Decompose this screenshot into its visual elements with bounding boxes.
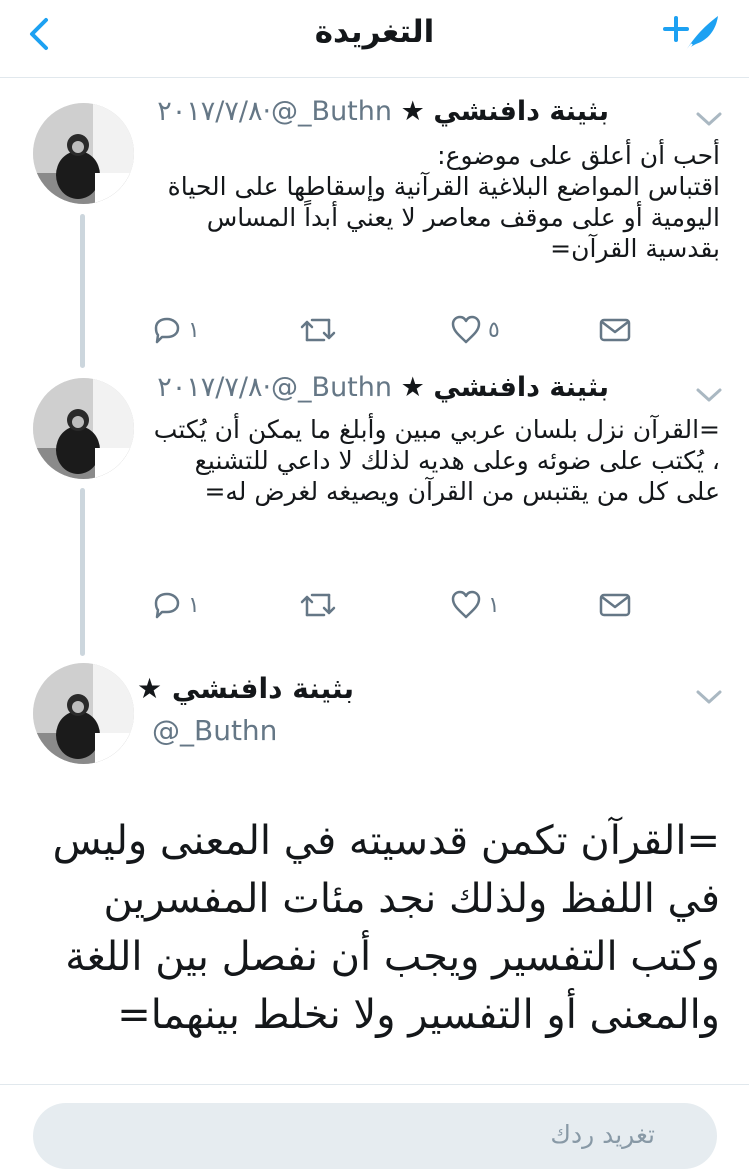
display-name[interactable]: بثينة دافنشي (433, 96, 609, 127)
focused-display-name[interactable]: بثينة دافنشي ★ (137, 672, 354, 705)
like-button[interactable]: ٥ (450, 310, 500, 350)
separator: · (262, 372, 272, 403)
chevron-down-icon (696, 112, 722, 126)
compose-tweet-button[interactable] (662, 10, 722, 60)
retweet-icon (300, 318, 336, 342)
reply-icon (154, 592, 180, 619)
user-handle[interactable]: @_Buthn (152, 714, 277, 747)
user-handle[interactable]: @_Buthn (271, 372, 392, 403)
avatar[interactable] (33, 663, 134, 764)
display-name[interactable]: بثينة دافنشي (433, 372, 609, 403)
tweet-date[interactable]: ٢٠١٧/٧/٨ (157, 372, 262, 403)
thread-connector (80, 488, 85, 656)
like-count: ١ (488, 592, 500, 618)
tweet-text: أحب أن أعلق على موضوع: اقتباس المواضع ال… (167, 141, 720, 263)
page-title: التغريدة (314, 14, 435, 50)
avatar[interactable] (33, 103, 134, 204)
retweet-icon (300, 593, 336, 617)
heart-icon (451, 590, 481, 619)
profile-photo (33, 663, 134, 764)
chevron-down-icon (696, 690, 722, 704)
avatar[interactable] (33, 378, 134, 479)
tweet-actions: ١ ٥ (150, 310, 640, 350)
tweet-header: بثينة دافنشي ★ @_Buthn·٢٠١٧/٧/٨ (157, 372, 609, 403)
chevron-down-icon (696, 388, 722, 402)
profile-photo (33, 378, 134, 479)
top-bar: التغريدة (0, 0, 749, 78)
star-icon: ★ (400, 372, 425, 403)
reply-icon (154, 317, 180, 344)
reply-input[interactable]: تغريد ردك (33, 1103, 717, 1169)
envelope-icon (599, 318, 631, 342)
share-button[interactable] (598, 310, 632, 350)
tweet-menu-button[interactable] (692, 384, 726, 406)
tweet-text: =القرآن نزل بلسان عربي مبين وأبلغ ما يمك… (153, 415, 720, 506)
separator: · (262, 96, 272, 127)
star-icon: ★ (137, 672, 163, 705)
user-handle[interactable]: @_Buthn (271, 96, 392, 127)
retweet-button[interactable] (298, 585, 338, 625)
reply-placeholder: تغريد ردك (550, 1120, 655, 1149)
tweet-header: بثينة دافنشي ★ @_Buthn·٢٠١٧/٧/٨ (157, 96, 609, 127)
profile-photo (33, 103, 134, 204)
tweet-menu-button[interactable] (692, 686, 726, 708)
reply-button[interactable]: ١ (150, 310, 200, 350)
star-icon: ★ (400, 96, 425, 127)
reply-count: ١ (188, 592, 200, 618)
like-button[interactable]: ١ (450, 585, 500, 625)
tweet-actions: ١ ١ (150, 585, 640, 625)
like-count: ٥ (488, 317, 500, 343)
compose-tweet-icon (663, 16, 718, 55)
envelope-icon (599, 593, 631, 617)
share-button[interactable] (598, 585, 632, 625)
retweet-button[interactable] (298, 310, 338, 350)
display-name: بثينة دافنشي (171, 672, 354, 705)
tweet-date[interactable]: ٢٠١٧/٧/٨ (157, 96, 262, 127)
thread-connector (80, 214, 85, 368)
reply-count: ١ (188, 317, 200, 343)
divider (0, 1084, 749, 1085)
tweet-menu-button[interactable] (692, 108, 726, 130)
reply-button[interactable]: ١ (150, 585, 200, 625)
heart-icon (451, 315, 481, 344)
focused-tweet-text: =القرآن تكمن قدسيته في المعنى وليس في ال… (52, 818, 720, 1038)
